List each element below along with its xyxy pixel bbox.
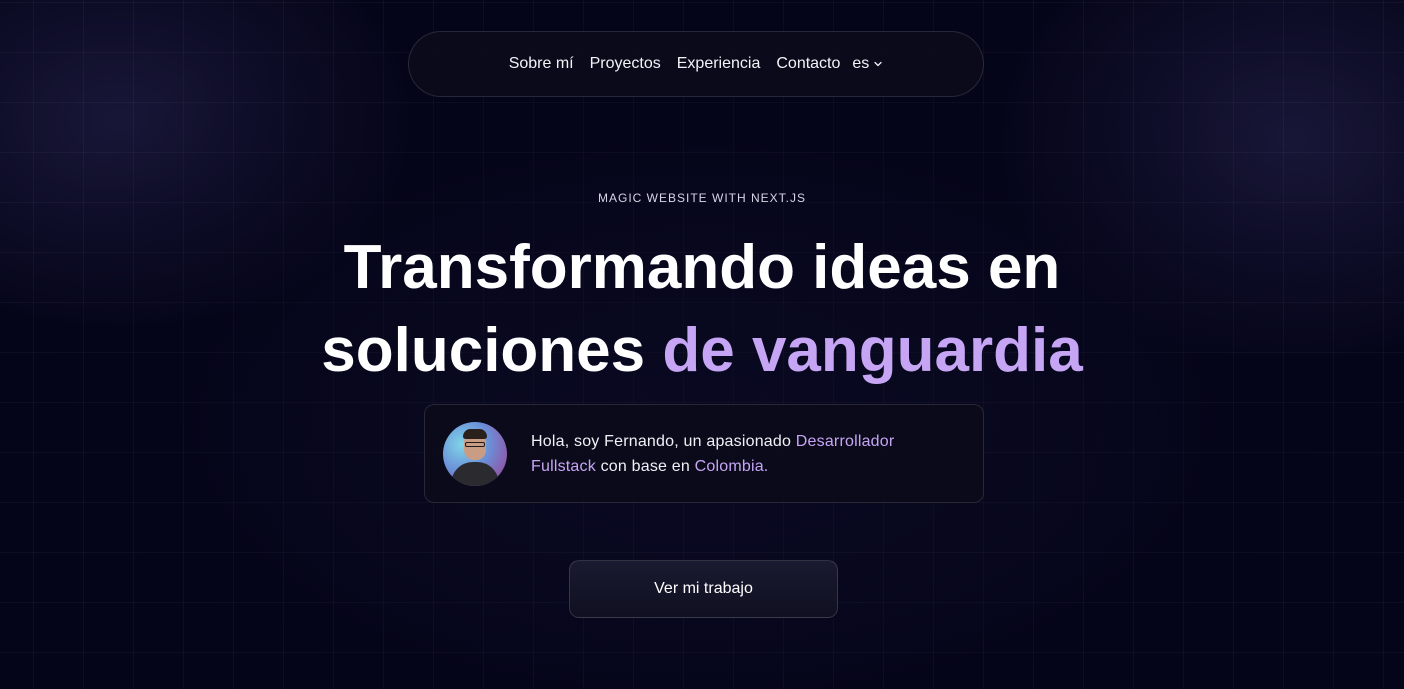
- intro-text-before: Hola, soy Fernando, un apasionado: [531, 432, 796, 450]
- nav-item-sobre-mi[interactable]: Sobre mí: [509, 55, 574, 73]
- intro-text-middle: con base en: [595, 457, 695, 475]
- chevron-down-icon: [874, 61, 882, 67]
- headline-line-2-plain: soluciones: [321, 316, 663, 385]
- intro-card: Hola, soy Fernando, un apasionado Desarr…: [424, 404, 984, 503]
- nav-item-experiencia[interactable]: Experiencia: [677, 55, 761, 73]
- nav-item-proyectos[interactable]: Proyectos: [590, 55, 661, 73]
- headline-line-2-accent: de vanguardia: [662, 316, 1083, 385]
- headline-line-1: Transformando ideas en: [343, 233, 1061, 302]
- hero-headline: Transformando ideas en soluciones de van…: [0, 226, 1404, 392]
- language-selector[interactable]: es: [852, 55, 883, 73]
- view-work-button[interactable]: Ver mi trabajo: [569, 560, 838, 618]
- intro-location-highlight: Colombia.: [694, 457, 769, 475]
- nav-item-contacto[interactable]: Contacto: [776, 55, 840, 73]
- intro-text: Hola, soy Fernando, un apasionado Desarr…: [531, 429, 961, 479]
- language-label: es: [852, 55, 870, 72]
- hero-eyebrow: MAGIC WEBSITE WITH NEXT.JS: [597, 191, 806, 205]
- top-navigation: Sobre mí Proyectos Experiencia Contacto …: [408, 31, 984, 97]
- avatar: [443, 421, 507, 486]
